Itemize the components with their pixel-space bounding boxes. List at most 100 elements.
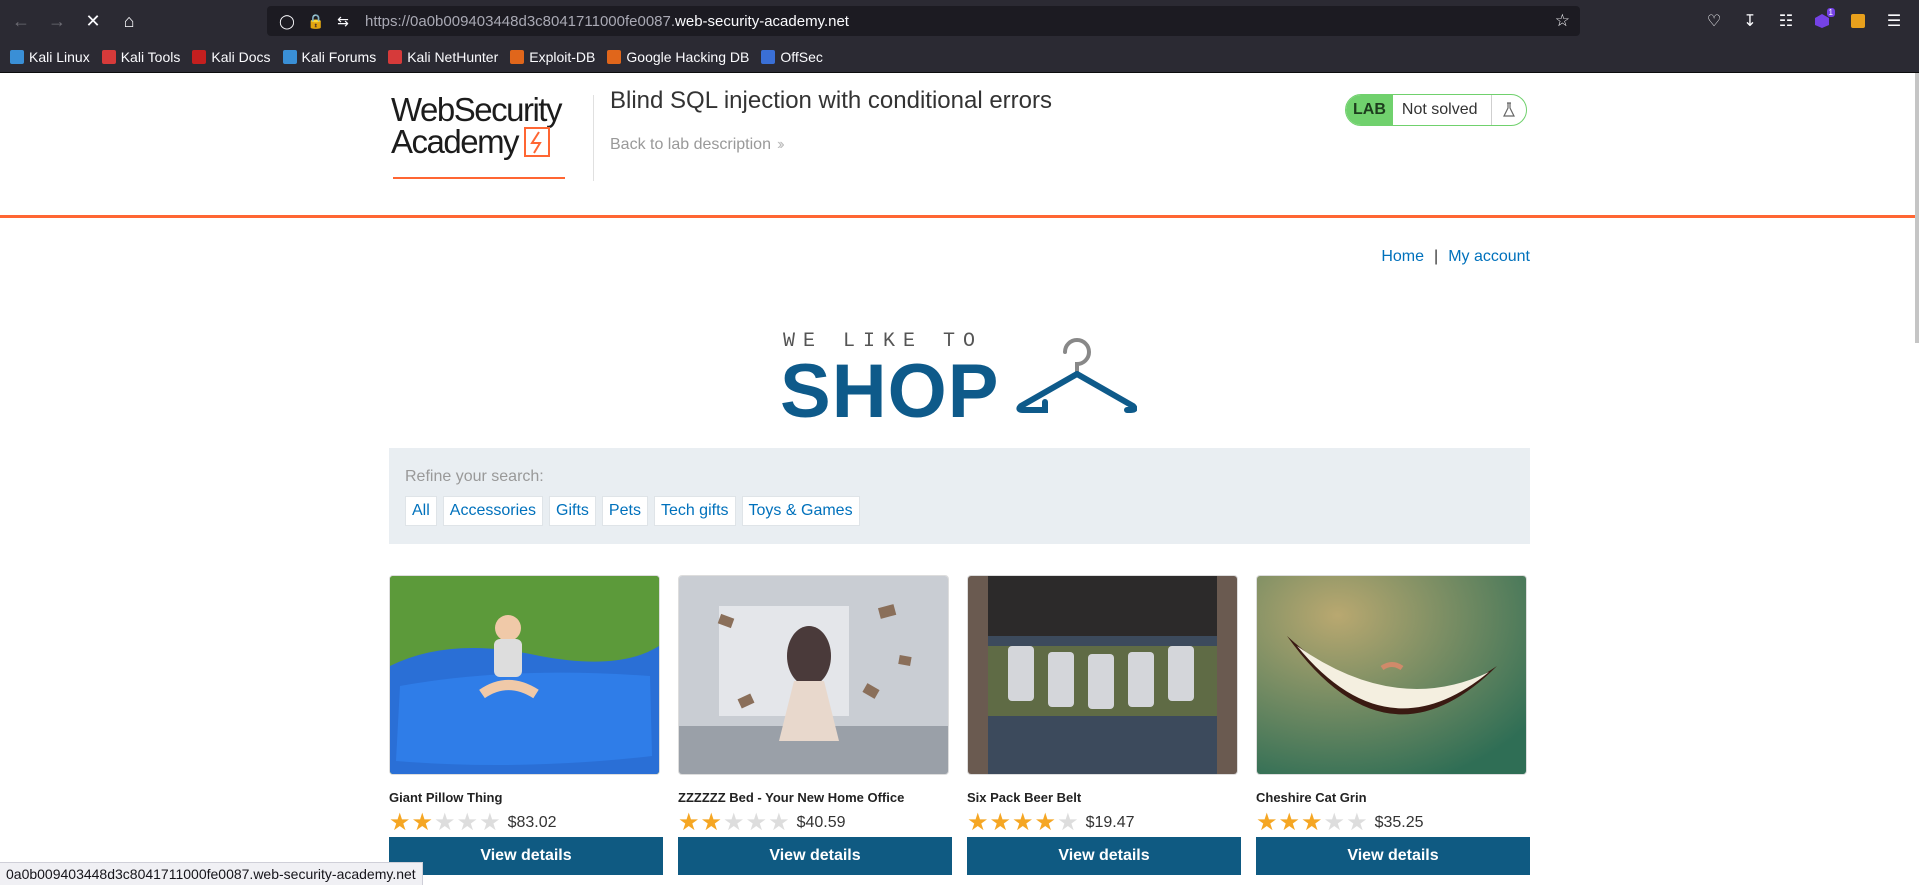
- giant-pillow-image: [390, 576, 659, 774]
- lab-tag: LAB: [1346, 95, 1393, 125]
- star-empty-icon: ★: [745, 809, 768, 836]
- view-details-button[interactable]: View details: [1256, 837, 1530, 875]
- product-image[interactable]: [678, 575, 949, 775]
- home-icon[interactable]: ⌂: [114, 6, 144, 36]
- filter-toys-games[interactable]: Toys & Games: [741, 496, 860, 526]
- product-image[interactable]: [389, 575, 660, 775]
- filter-gifts[interactable]: Gifts: [549, 496, 596, 526]
- bookmark-google-hacking-db[interactable]: Google Hacking DB: [607, 49, 749, 65]
- back-arrow-icon[interactable]: ←: [6, 6, 36, 36]
- product-card: Cheshire Cat Grin ★ ★ ★ ★ ★ $35.25 View deta…: [1256, 575, 1530, 875]
- bookmark-label: Kali Tools: [120, 49, 181, 65]
- view-details-button[interactable]: View details: [678, 837, 952, 875]
- lab-header: WebSecurity Academy Blind SQL injection …: [0, 73, 1919, 218]
- bookmark-label: Kali Linux: [29, 49, 90, 65]
- star-rating: ★ ★ ★ ★ ★: [1256, 811, 1369, 835]
- forward-arrow-icon[interactable]: →: [42, 6, 72, 36]
- star-filled-icon: ★: [1278, 809, 1301, 836]
- star-filled-icon: ★: [1256, 809, 1278, 836]
- back-to-lab-link[interactable]: Back to lab description ››: [610, 136, 784, 154]
- menu-icon[interactable]: ☰: [1879, 6, 1909, 36]
- bookmark-kali-nethunter[interactable]: Kali NetHunter: [388, 49, 498, 65]
- filter-all[interactable]: All: [405, 496, 437, 526]
- shop-logo: WE LIKE TO SHOP: [780, 318, 1143, 434]
- filter-panel: Refine your search: All Accessories Gift…: [389, 448, 1530, 544]
- my-account-link[interactable]: My account: [1448, 248, 1530, 265]
- star-empty-icon: ★: [479, 809, 501, 836]
- address-bar[interactable]: ◯ 🔒 ⇆ https://0a0b009403448d3c8041711000…: [267, 6, 1580, 36]
- product-image[interactable]: [1256, 575, 1527, 775]
- view-details-button[interactable]: View details: [967, 837, 1241, 875]
- back-link-label: Back to lab description: [610, 136, 771, 153]
- star-empty-icon: ★: [1323, 809, 1346, 836]
- kali-docs-icon: [192, 50, 207, 64]
- bookmark-kali-docs[interactable]: Kali Docs: [192, 49, 271, 65]
- kali-linux-icon: [10, 50, 24, 64]
- star-filled-icon: ★: [1034, 809, 1057, 836]
- bookmark-exploit-db[interactable]: Exploit-DB: [510, 49, 595, 65]
- bookmark-label: OffSec: [780, 49, 823, 65]
- product-card: Six Pack Beer Belt ★ ★ ★ ★ ★ $19.47 View det…: [967, 575, 1241, 875]
- bookmark-kali-linux[interactable]: Kali Linux: [10, 49, 90, 65]
- logo-line2: Academy: [391, 123, 520, 160]
- stop-loading-icon[interactable]: ✕: [78, 6, 108, 36]
- product-name: Giant Pillow Thing: [389, 790, 503, 805]
- exploit-db-icon: [510, 50, 525, 64]
- home-link[interactable]: Home: [1381, 248, 1424, 265]
- star-filled-icon: ★: [1012, 809, 1034, 836]
- logo-line1: WebSecurity: [391, 91, 562, 128]
- extensions-icon[interactable]: ☷: [1771, 6, 1801, 36]
- star-filled-icon: ★: [1301, 809, 1323, 836]
- bookmark-label: Kali Forums: [301, 49, 377, 65]
- flask-icon[interactable]: [1492, 95, 1526, 125]
- bookmark-kali-tools[interactable]: Kali Tools: [101, 49, 181, 65]
- burp-extension-glyph: [1851, 14, 1865, 28]
- lightning-bolt-glyph: [530, 131, 542, 154]
- filter-pets[interactable]: Pets: [601, 496, 648, 526]
- rating-row: ★ ★ ★ ★ ★ $19.47: [967, 811, 1241, 835]
- shop-word: SHOP: [780, 349, 1000, 434]
- pocket-icon[interactable]: ♡: [1699, 6, 1729, 36]
- logo-underline: [393, 177, 565, 179]
- lock-icon[interactable]: 🔒: [307, 13, 324, 30]
- product-card: Giant Pillow Thing ★ ★ ★ ★ ★ $83.02 View det…: [389, 575, 663, 875]
- star-empty-icon: ★: [1057, 809, 1079, 836]
- filter-tech-gifts[interactable]: Tech gifts: [653, 496, 736, 526]
- kali-nethunter-icon: [388, 50, 403, 64]
- flask-glyph: [1503, 102, 1516, 117]
- extension-purple-icon[interactable]: 1: [1807, 6, 1837, 36]
- bookmark-label: Kali NetHunter: [407, 49, 499, 65]
- product-name: Six Pack Beer Belt: [967, 790, 1082, 805]
- kali-tools-icon: [101, 50, 116, 64]
- toolbar-right: ♡ ↧ ☷ 1 ☰: [1699, 6, 1909, 36]
- star-empty-icon: ★: [456, 809, 479, 836]
- bookmark-offsec[interactable]: OffSec: [761, 49, 823, 65]
- page-viewport: WebSecurity Academy Blind SQL injection …: [0, 73, 1919, 884]
- product-image[interactable]: [967, 575, 1238, 775]
- lightning-bolt-icon: [524, 127, 551, 157]
- product-price: $83.02: [507, 814, 557, 831]
- product-name: ZZZZZZ Bed - Your New Home Office: [678, 790, 905, 805]
- kali-forums-icon: [282, 50, 297, 64]
- burp-extension-icon[interactable]: [1843, 6, 1873, 36]
- lab-status-text: Not solved: [1393, 95, 1493, 125]
- beer-belt-image: [968, 576, 1237, 774]
- shield-icon[interactable]: ◯: [279, 13, 295, 30]
- page-scrollbar[interactable]: [1915, 73, 1919, 343]
- downloads-icon[interactable]: ↧: [1735, 6, 1765, 36]
- bookmark-star-icon[interactable]: ☆: [1555, 11, 1570, 31]
- star-empty-icon: ★: [768, 809, 790, 836]
- lab-title: Blind SQL injection with conditional err…: [610, 87, 1052, 114]
- product-price: $40.59: [796, 814, 846, 831]
- view-details-button[interactable]: View details: [389, 837, 663, 875]
- filter-accessories[interactable]: Accessories: [442, 496, 544, 526]
- star-filled-icon: ★: [389, 809, 411, 836]
- academy-logo[interactable]: WebSecurity Academy: [391, 93, 591, 181]
- url-text[interactable]: https://0a0b009403448d3c8041711000fe0087…: [365, 13, 849, 30]
- filter-label: Refine your search:: [405, 468, 544, 485]
- product-price: $35.25: [1374, 814, 1424, 831]
- bookmark-kali-forums[interactable]: Kali Forums: [282, 49, 377, 65]
- permissions-icon[interactable]: ⇆: [335, 13, 351, 30]
- hanger-icon: [1016, 338, 1137, 413]
- star-empty-icon: ★: [434, 809, 456, 836]
